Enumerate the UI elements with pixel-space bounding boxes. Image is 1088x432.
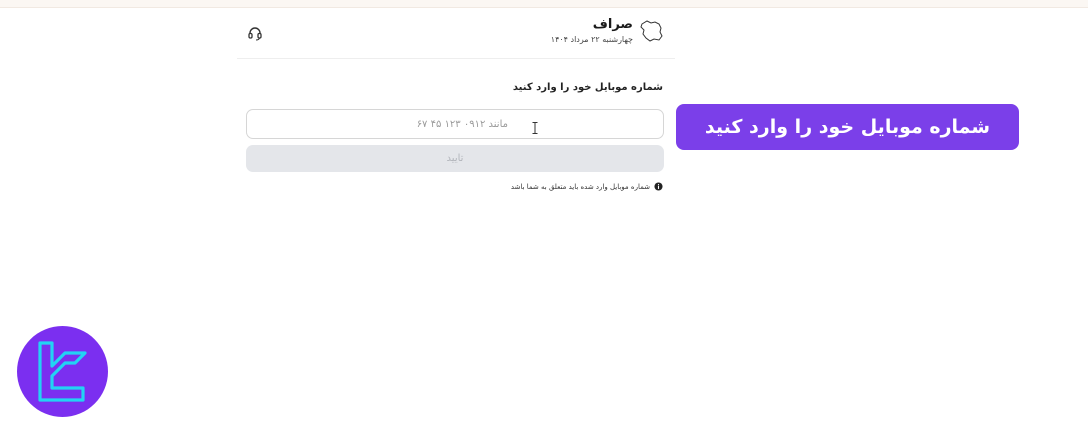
hint-text: شماره موبایل وارد شده باید متعلق به شما … [510,182,650,191]
logo-mark-icon [38,341,87,402]
page-title: شماره موبایل خود را وارد کنید [512,82,663,93]
brand-logo [17,326,108,417]
page: صراف چهارشنبه ۲۲ مرداد ۱۴۰۴ شماره موبایل… [0,0,1088,432]
phone-input[interactable] [246,109,664,139]
callout-banner: شماره موبایل خود را وارد کنید [676,104,1019,150]
confirm-button[interactable]: تایید [246,145,664,172]
brand[interactable]: صراف چهارشنبه ۲۲ مرداد ۱۴۰۴ [551,16,665,46]
brand-name: صراف [592,17,633,32]
hint: شماره موبایل وارد شده باید متعلق به شما … [511,182,663,191]
text-cursor-icon [532,122,538,134]
info-icon [654,182,663,191]
top-strip [0,0,1088,8]
login-panel: صراف چهارشنبه ۲۲ مرداد ۱۴۰۴ شماره موبایل… [237,8,675,208]
iran-map-icon [640,20,663,42]
headset-icon[interactable] [247,25,263,41]
brand-date: چهارشنبه ۲۲ مرداد ۱۴۰۴ [550,35,633,44]
header: صراف چهارشنبه ۲۲ مرداد ۱۴۰۴ [237,8,675,59]
brand-text: صراف چهارشنبه ۲۲ مرداد ۱۴۰۴ [551,16,633,46]
